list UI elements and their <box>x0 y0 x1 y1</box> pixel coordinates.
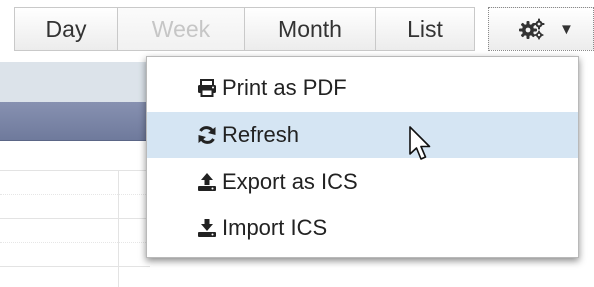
menu-item-print-pdf[interactable]: Print as PDF <box>147 65 578 111</box>
options-dropdown-menu: Print as PDF Refresh Export as ICS Impor… <box>146 56 579 258</box>
print-icon <box>197 78 217 98</box>
options-menu-button[interactable]: ▼ <box>488 7 594 51</box>
view-list-button[interactable]: List <box>375 7 475 51</box>
grid-line <box>0 266 150 267</box>
menu-item-label: Print as PDF <box>222 75 347 100</box>
gears-icon <box>519 18 545 40</box>
grid-column-line <box>118 170 119 287</box>
menu-item-label: Refresh <box>222 122 300 147</box>
calendar-grid <box>0 170 150 287</box>
refresh-icon <box>197 125 217 145</box>
chevron-down-icon: ▼ <box>559 20 574 38</box>
menu-item-refresh[interactable]: Refresh <box>147 112 578 158</box>
menu-item-label: Import ICS <box>222 215 328 240</box>
upload-icon <box>197 172 217 192</box>
menu-item-label: Export as ICS <box>222 169 358 194</box>
grid-line <box>0 194 150 195</box>
menu-item-export-ics[interactable]: Export as ICS <box>147 159 578 205</box>
menu-item-import-ics[interactable]: Import ICS <box>147 205 578 251</box>
view-day-button[interactable]: Day <box>14 7 118 51</box>
grid-line <box>0 242 150 243</box>
calendar-day-header <box>0 102 150 141</box>
view-week-button[interactable]: Week <box>117 7 245 51</box>
download-icon <box>197 218 217 238</box>
calendar-header-strip <box>0 62 150 102</box>
grid-line <box>0 170 150 171</box>
mouse-cursor-icon <box>408 125 432 168</box>
grid-line <box>0 218 150 219</box>
view-month-button[interactable]: Month <box>244 7 376 51</box>
